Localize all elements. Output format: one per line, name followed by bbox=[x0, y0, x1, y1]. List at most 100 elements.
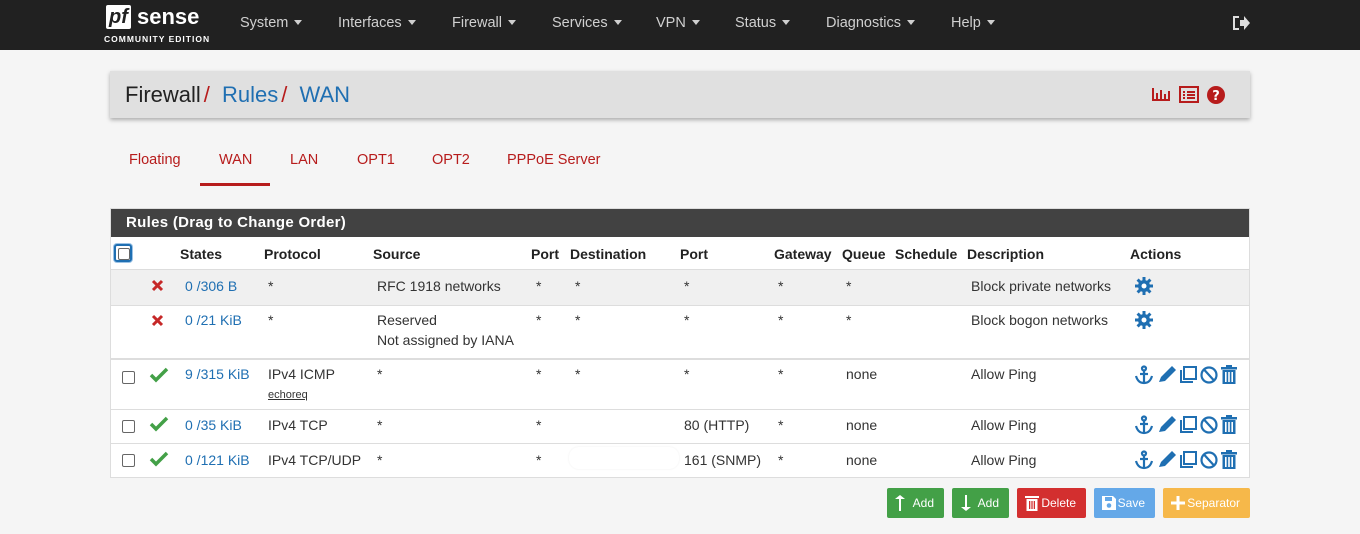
row-divider bbox=[111, 443, 1249, 444]
states-link[interactable]: 0 /21 KiB bbox=[185, 310, 242, 330]
trash-icon[interactable] bbox=[1221, 365, 1237, 384]
tab-opt2[interactable]: OPT2 bbox=[432, 152, 470, 168]
queue-cell: none bbox=[846, 417, 878, 433]
nav-diagnostics[interactable]: Diagnostics bbox=[826, 0, 915, 50]
gateway-cell: * bbox=[778, 278, 784, 294]
row-checkbox[interactable] bbox=[122, 454, 135, 467]
help-circle-icon[interactable]: ? bbox=[1207, 86, 1225, 104]
dest-port-cell: * bbox=[684, 312, 690, 328]
pencil-icon[interactable] bbox=[1159, 451, 1176, 467]
row-divider bbox=[111, 269, 1249, 270]
active-tab-indicator bbox=[200, 183, 270, 186]
copy-icon[interactable] bbox=[1180, 451, 1197, 468]
source-cell-line2: Not assigned by IANA bbox=[377, 332, 514, 348]
breadcrumb-rules[interactable]: Rules bbox=[222, 82, 278, 107]
add-bottom-button[interactable]: Add bbox=[952, 488, 1009, 518]
source-cell: Reserved bbox=[377, 312, 437, 328]
gateway-cell: * bbox=[778, 452, 784, 468]
breadcrumb-icons: ? bbox=[1152, 86, 1225, 104]
col-source: Source bbox=[373, 246, 421, 262]
col-schedule: Schedule bbox=[895, 246, 958, 262]
states-link[interactable]: 0 /35 KiB bbox=[185, 415, 242, 435]
delete-button[interactable]: Delete bbox=[1017, 488, 1086, 518]
gateway-cell: * bbox=[778, 312, 784, 328]
description-cell: Block bogon networks bbox=[971, 312, 1108, 328]
rules-panel: Rules (Drag to Change Order) States Prot… bbox=[110, 208, 1250, 478]
arrow-down-icon bbox=[961, 495, 971, 511]
ban-icon[interactable] bbox=[1200, 451, 1218, 469]
bar-chart-icon[interactable] bbox=[1152, 88, 1170, 101]
col-source-port: Port bbox=[531, 246, 559, 262]
source-port-cell: * bbox=[536, 312, 542, 328]
copy-icon[interactable] bbox=[1180, 366, 1197, 383]
anchor-icon[interactable] bbox=[1134, 450, 1154, 470]
chevron-down-icon bbox=[782, 20, 791, 25]
dest-port-cell: 161 (SNMP) bbox=[684, 452, 762, 468]
tab-floating[interactable]: Floating bbox=[129, 152, 181, 168]
nav-vpn[interactable]: VPN bbox=[656, 0, 700, 50]
source-cell: * bbox=[377, 366, 383, 382]
save-button[interactable]: Save bbox=[1094, 488, 1155, 518]
nav-help[interactable]: Help bbox=[951, 0, 995, 50]
separator-button[interactable]: Separator bbox=[1163, 488, 1250, 518]
states-link[interactable]: 0 /121 KiB bbox=[185, 450, 250, 470]
copy-icon[interactable] bbox=[1180, 416, 1197, 433]
anchor-icon[interactable] bbox=[1134, 365, 1154, 385]
states-link[interactable]: 9 /315 KiB bbox=[185, 364, 250, 384]
chevron-down-icon bbox=[613, 20, 622, 25]
select-all-checkbox[interactable] bbox=[114, 244, 132, 262]
pencil-icon[interactable] bbox=[1159, 366, 1176, 382]
breadcrumb-separator: / bbox=[203, 82, 210, 107]
gear-icon[interactable] bbox=[1134, 310, 1154, 330]
col-states: States bbox=[180, 246, 223, 262]
row-divider bbox=[111, 358, 1249, 360]
row-checkbox[interactable] bbox=[122, 371, 135, 384]
nav-firewall[interactable]: Firewall bbox=[452, 0, 516, 50]
add-top-button[interactable]: Add bbox=[887, 488, 944, 518]
breadcrumb-separator: / bbox=[281, 82, 288, 107]
check-icon bbox=[149, 367, 169, 383]
protocol-cell: IPv4 TCP bbox=[268, 417, 328, 433]
chevron-down-icon bbox=[906, 20, 915, 25]
plus-icon bbox=[1171, 496, 1185, 510]
tab-pppoe-server[interactable]: PPPoE Server bbox=[507, 152, 601, 168]
pencil-icon[interactable] bbox=[1159, 416, 1176, 432]
breadcrumb-panel: Firewall / Rules / WAN ? bbox=[110, 71, 1250, 118]
source-cell: RFC 1918 networks bbox=[377, 278, 501, 294]
nav-status[interactable]: Status bbox=[735, 0, 791, 50]
anchor-icon[interactable] bbox=[1134, 415, 1154, 435]
chevron-down-icon bbox=[986, 20, 995, 25]
check-icon bbox=[149, 416, 169, 432]
nav-interfaces[interactable]: Interfaces bbox=[338, 0, 416, 50]
row-checkbox[interactable] bbox=[122, 420, 135, 433]
nav-services[interactable]: Services bbox=[552, 0, 622, 50]
tab-lan[interactable]: LAN bbox=[290, 152, 318, 168]
chevron-down-icon bbox=[691, 20, 700, 25]
breadcrumb-wan[interactable]: WAN bbox=[300, 82, 351, 107]
destination-cell: * bbox=[575, 366, 581, 382]
trash-icon bbox=[1025, 496, 1039, 511]
save-icon bbox=[1102, 496, 1116, 510]
gear-icon[interactable] bbox=[1134, 276, 1154, 296]
ban-icon[interactable] bbox=[1200, 416, 1218, 434]
states-link[interactable]: 0 /306 B bbox=[185, 276, 237, 296]
row-actions bbox=[1134, 365, 1237, 385]
tab-wan[interactable]: WAN bbox=[219, 152, 252, 168]
source-cell: * bbox=[377, 452, 383, 468]
nav-system[interactable]: System bbox=[240, 0, 303, 50]
icmp-type-link[interactable]: echoreq bbox=[268, 385, 308, 405]
gateway-cell: * bbox=[778, 366, 784, 382]
row-actions bbox=[1134, 450, 1237, 470]
trash-icon[interactable] bbox=[1221, 450, 1237, 469]
pfsense-logo[interactable]: pf sense COMMUNITY EDITION bbox=[104, 5, 214, 45]
col-protocol: Protocol bbox=[264, 246, 321, 262]
source-port-cell: * bbox=[536, 278, 542, 294]
trash-icon[interactable] bbox=[1221, 415, 1237, 434]
list-icon[interactable] bbox=[1179, 86, 1199, 103]
sign-out-icon[interactable] bbox=[1231, 14, 1251, 32]
rules-panel-title: Rules (Drag to Change Order) bbox=[111, 209, 1249, 237]
dest-port-cell: 80 (HTTP) bbox=[684, 417, 750, 433]
ban-icon[interactable] bbox=[1200, 366, 1218, 384]
tab-opt1[interactable]: OPT1 bbox=[357, 152, 395, 168]
queue-cell: none bbox=[846, 452, 878, 468]
